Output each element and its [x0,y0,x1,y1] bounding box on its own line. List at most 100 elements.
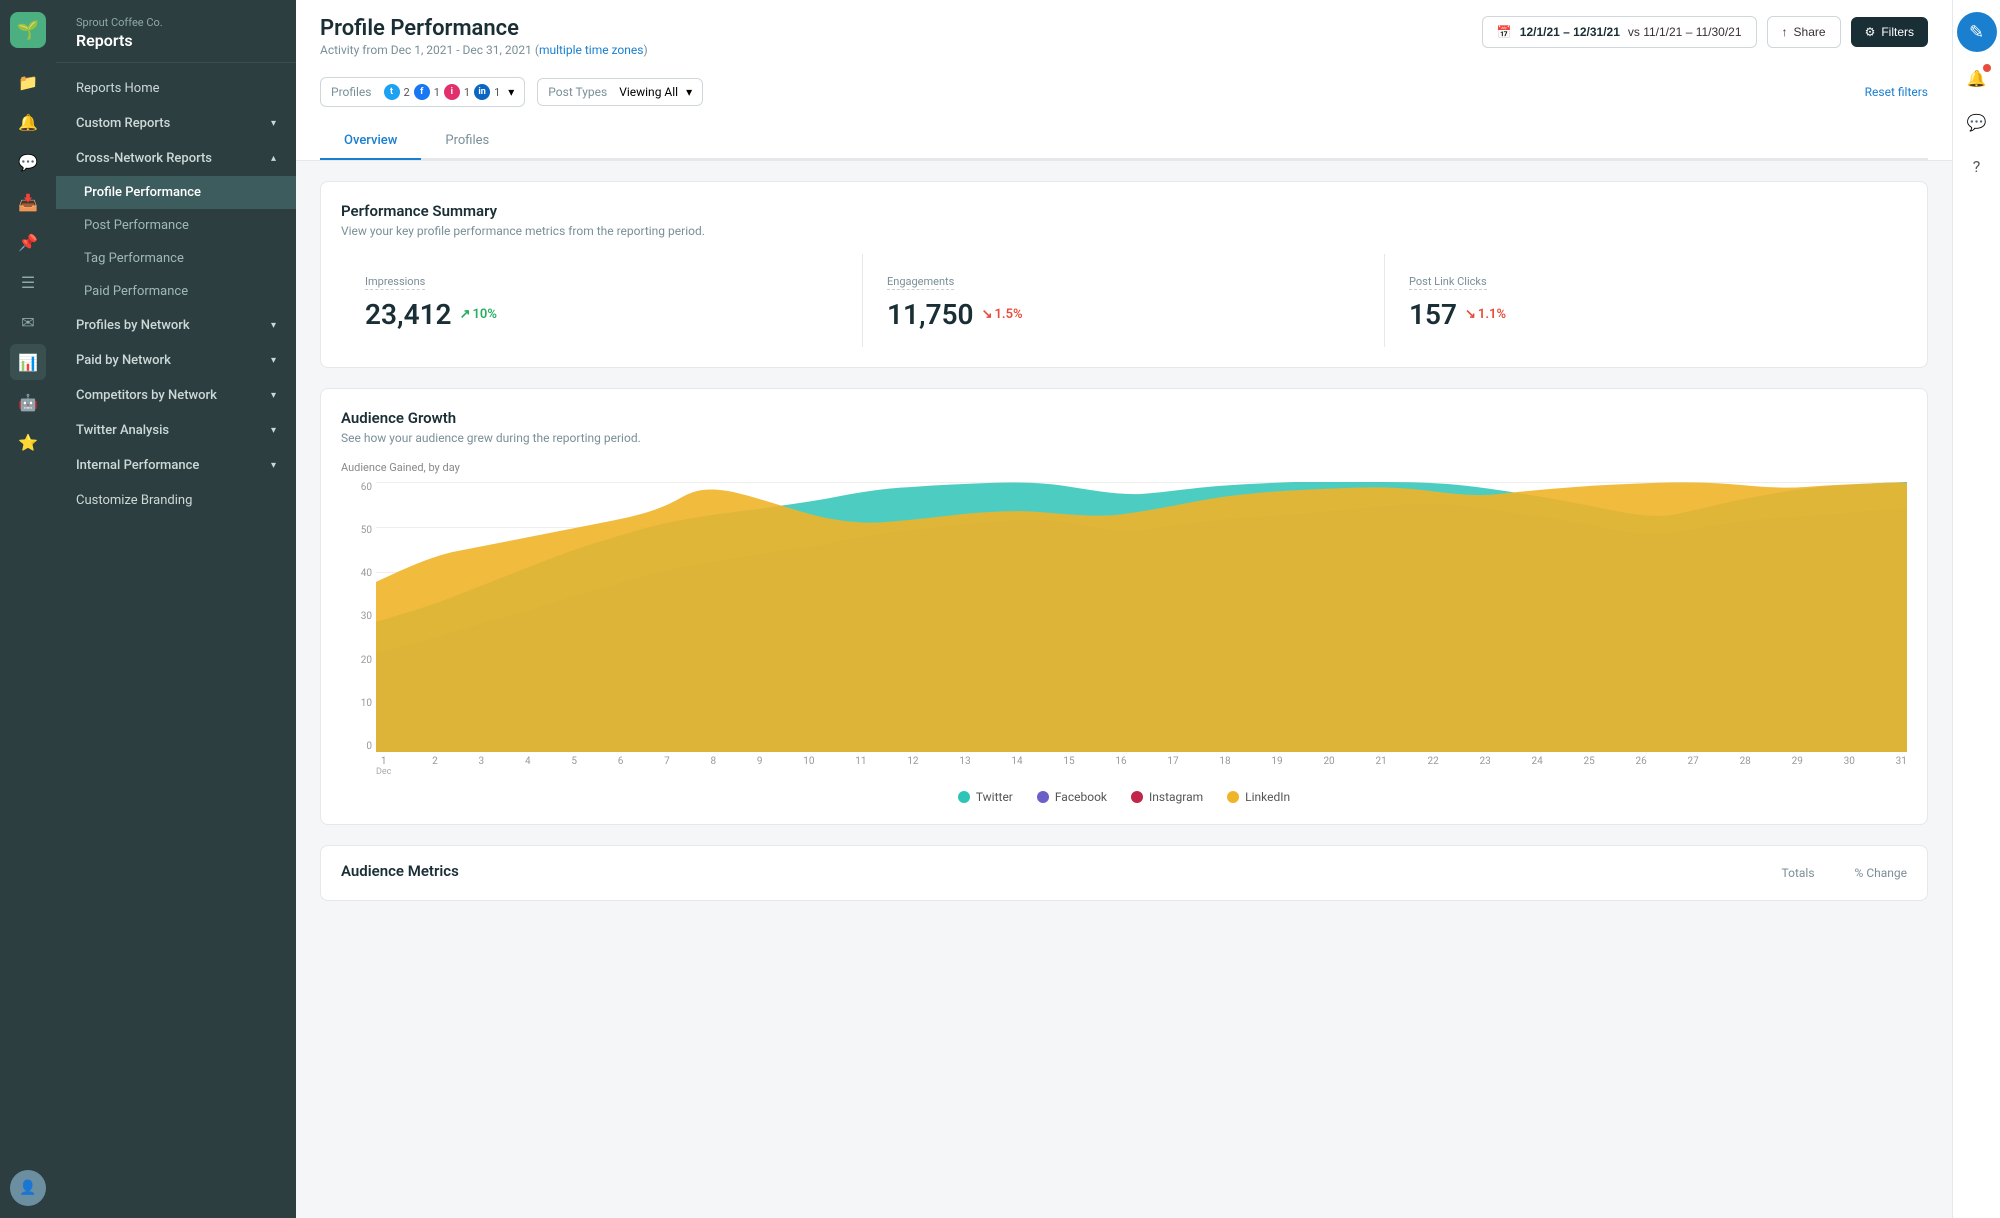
filter-icon: ⚙ [1865,25,1876,39]
chevron-icon-4: ▾ [271,390,276,401]
nav-icon-folder[interactable]: 📁 [10,64,46,100]
engagements-change: ↘ 1.5% [982,307,1023,322]
performance-summary-title: Performance Summary [341,202,1907,220]
share-button[interactable]: ↑ Share [1767,16,1841,48]
nav-icon-analytics[interactable]: 📊 [10,344,46,380]
share-icon: ↑ [1782,25,1788,39]
engagements-label[interactable]: Engagements [887,275,954,290]
chart-legend: Twitter Facebook Instagram LinkedIn [341,790,1907,804]
linkedin-icon: in [474,84,490,100]
filter-group: Profiles t 2 f 1 i 1 in 1 ▾ Post Types [320,77,703,107]
sidebar-header: Sprout Coffee Co. Reports [56,0,296,63]
tab-overview[interactable]: Overview [320,123,421,160]
sidebar-item-internal-performance[interactable]: Internal Performance ▾ [56,448,296,483]
audience-metrics-label: Audience Metrics [341,862,459,880]
performance-summary-card: Performance Summary View your key profil… [320,181,1928,368]
chevron-icon-6: ▾ [271,460,276,471]
sidebar-item-reports-home[interactable]: Reports Home [56,71,296,106]
sidebar-item-profiles-by-network[interactable]: Profiles by Network ▾ [56,308,296,343]
sidebar-item-cross-network[interactable]: Cross-Network Reports ▴ [56,141,296,176]
app-logo[interactable]: 🌱 [10,12,46,48]
audience-growth-card: Audience Growth See how your audience gr… [320,388,1928,825]
sidebar-item-paid-performance[interactable]: Paid Performance [56,275,296,308]
sidebar-item-post-performance[interactable]: Post Performance [56,209,296,242]
tab-profiles[interactable]: Profiles [421,123,513,160]
compose-button[interactable]: ✎ [1957,12,1997,52]
audience-metrics-card: Audience Metrics Totals % Change [320,845,1928,901]
chart-svg-area [376,482,1907,752]
sidebar-item-profile-performance[interactable]: Profile Performance [56,176,296,209]
chevron-up-icon: ▴ [271,153,276,164]
network-icons: t 2 f 1 i 1 in 1 [384,84,501,100]
date-range-button[interactable]: 📅 12/1/21 – 12/31/21 vs 11/1/21 – 11/30/… [1482,16,1757,48]
tabs-row: Overview Profiles [320,123,1928,160]
calendar-icon: 📅 [1497,25,1512,39]
user-avatar[interactable]: 👤 [10,1170,46,1206]
legend-dot-facebook [1037,791,1049,803]
legend-twitter: Twitter [958,790,1013,804]
top-header: Profile Performance Activity from Dec 1,… [296,0,1952,161]
right-notifications-icon[interactable]: 🔔 [1959,60,1995,96]
dropdown-chevron-post-types: ▾ [686,85,692,99]
nav-icon-listening[interactable]: 🤖 [10,384,46,420]
metric-impressions: Impressions 23,412 ↗ 10% [341,254,863,347]
twitter-icon: t [384,84,400,100]
impressions-value: 23,412 ↗ 10% [365,298,838,331]
icon-rail: 🌱 📁 🔔 💬 📥 📌 ☰ ✉ 📊 🤖 ⭐ 👤 [0,0,56,1218]
instagram-icon: i [444,84,460,100]
nav-icon-messages[interactable]: 💬 [10,144,46,180]
reset-filters-link[interactable]: Reset filters [1865,85,1928,99]
sidebar-nav: Reports Home Custom Reports ▾ Cross-Netw… [56,63,296,526]
post-link-clicks-change: ↘ 1.1% [1465,307,1506,322]
header-actions: 📅 12/1/21 – 12/31/21 vs 11/1/21 – 11/30/… [1482,16,1928,48]
right-help-icon[interactable]: ? [1959,148,1995,184]
page-header-left: Profile Performance Activity from Dec 1,… [320,16,648,57]
post-link-clicks-value: 157 ↘ 1.1% [1409,298,1883,331]
company-name: Sprout Coffee Co. [76,16,276,29]
sidebar-title: Reports [76,31,276,50]
audience-growth-title: Audience Growth [341,409,1907,427]
x-axis: 1Dec 234 567 8910 111213 141516 171819 2… [376,752,1907,782]
page-title: Profile Performance [320,16,648,41]
filter-bar: Profiles t 2 f 1 i 1 in 1 ▾ Post Types [320,69,1928,115]
sidebar-item-twitter-analysis[interactable]: Twitter Analysis ▾ [56,413,296,448]
chevron-icon-3: ▾ [271,355,276,366]
post-link-clicks-label[interactable]: Post Link Clicks [1409,275,1487,290]
sidebar-item-tag-performance[interactable]: Tag Performance [56,242,296,275]
notification-badge [1983,64,1991,72]
profiles-filter[interactable]: Profiles t 2 f 1 i 1 in 1 ▾ [320,77,525,107]
audience-growth-subtitle: See how your audience grew during the re… [341,431,1907,445]
nav-icon-tasks[interactable]: 📌 [10,224,46,260]
sidebar-item-competitors-by-network[interactable]: Competitors by Network ▾ [56,378,296,413]
main-content: Profile Performance Activity from Dec 1,… [296,0,1952,1218]
sidebar-item-customize-branding[interactable]: Customize Branding [56,483,296,518]
pct-change-label: % Change [1855,866,1907,880]
legend-dot-instagram [1131,791,1143,803]
header-row: Profile Performance Activity from Dec 1,… [320,16,1928,57]
sidebar: Sprout Coffee Co. Reports Reports Home C… [56,0,296,1218]
nav-icon-star[interactable]: ⭐ [10,424,46,460]
nav-icon-send[interactable]: ✉ [10,304,46,340]
legend-facebook: Facebook [1037,790,1107,804]
nav-icon-inbox[interactable]: 📥 [10,184,46,220]
metrics-row: Impressions 23,412 ↗ 10% Engagements 11,… [341,254,1907,347]
performance-summary-subtitle: View your key profile performance metric… [341,224,1907,238]
sidebar-item-paid-by-network[interactable]: Paid by Network ▾ [56,343,296,378]
metric-post-link-clicks: Post Link Clicks 157 ↘ 1.1% [1385,254,1907,347]
filters-button[interactable]: ⚙ Filters [1851,17,1928,47]
chart-label: Audience Gained, by day [341,461,1907,474]
metric-engagements: Engagements 11,750 ↘ 1.5% [863,254,1385,347]
y-axis: 60 50 40 30 20 10 0 [341,482,376,752]
post-types-filter[interactable]: Post Types Viewing All ▾ [537,78,703,106]
sidebar-item-custom-reports[interactable]: Custom Reports ▾ [56,106,296,141]
nav-icon-notifications[interactable]: 🔔 [10,104,46,140]
impressions-label[interactable]: Impressions [365,275,425,290]
chevron-icon: ▾ [271,118,276,129]
legend-linkedin: LinkedIn [1227,790,1290,804]
dropdown-chevron-profiles: ▾ [508,85,514,99]
right-messages-icon[interactable]: 💬 [1959,104,1995,140]
legend-dot-linkedin [1227,791,1239,803]
engagements-value: 11,750 ↘ 1.5% [887,298,1360,331]
nav-icon-calendar[interactable]: ☰ [10,264,46,300]
area-chart [376,482,1907,752]
